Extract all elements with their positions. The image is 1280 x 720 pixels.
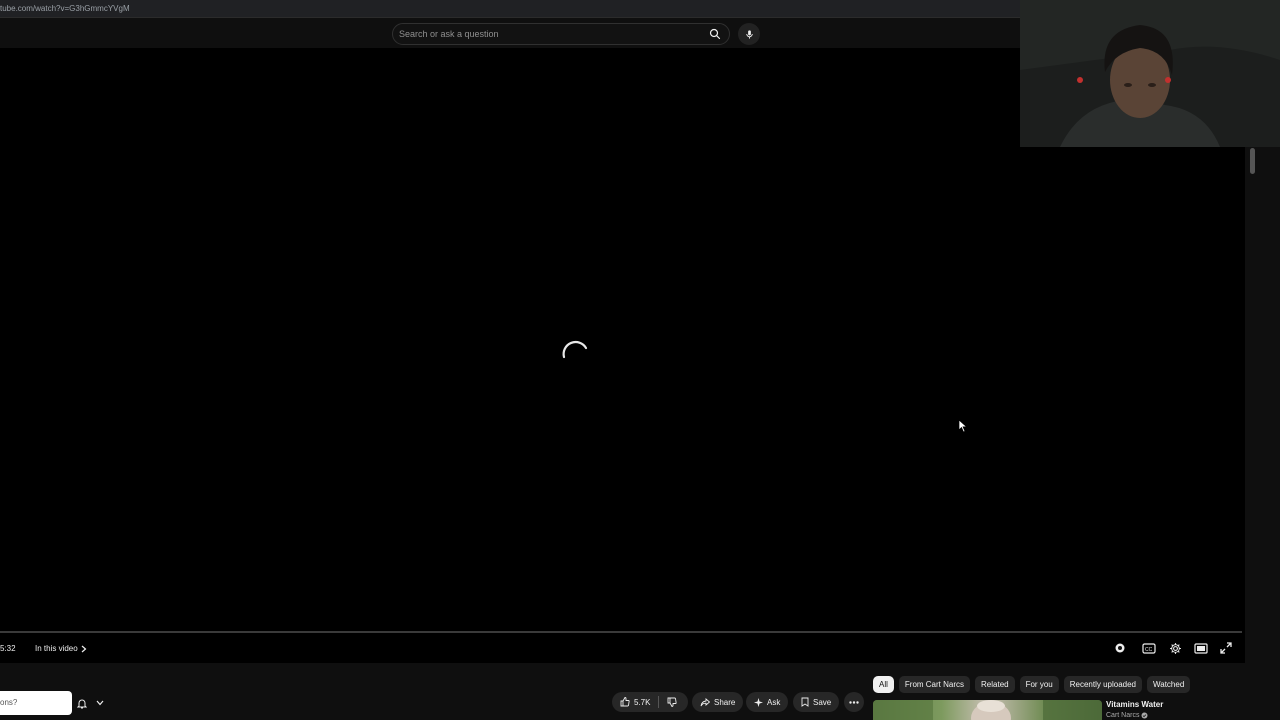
subscription-notification-button[interactable] [72,692,108,714]
captions-icon: CC [1142,642,1156,654]
chip-watched[interactable]: Watched [1147,676,1191,693]
related-video-channel[interactable]: Cart Narcs [1106,712,1148,719]
save-button[interactable]: Save [793,692,840,712]
ask-chip-text: ons? [0,698,18,707]
chip-recently-uploaded[interactable]: Recently uploaded [1063,676,1142,693]
save-label: Save [813,697,832,707]
page-scrollbar[interactable] [1249,147,1256,720]
chevron-down-icon [96,700,103,706]
autoplay-toggle[interactable] [1112,640,1128,656]
ask-label: Ask [767,697,781,707]
player-controls: 5:32 In this video CC [0,636,1245,660]
loading-spinner-icon [562,340,588,359]
chip-for-you[interactable]: For you [1019,676,1059,693]
webcam-overlay [1020,0,1280,147]
ask-question-chip[interactable]: ons? [0,691,72,715]
fullscreen-icon [1220,642,1232,654]
channel-name: Cart Narcs [1106,712,1140,719]
more-horizontal-icon [849,700,859,704]
search-icon [709,28,721,40]
like-button[interactable]: 5.7K [612,692,658,712]
chip-from-channel[interactable]: From Cart Narcs [898,676,971,693]
svg-text:CC: CC [1145,647,1153,653]
search-input[interactable] [399,26,699,42]
related-video-thumbnail[interactable] [873,700,1102,720]
settings-button[interactable] [1167,640,1183,656]
voice-search-button[interactable] [738,23,760,45]
chip-all[interactable]: All [873,676,894,693]
share-label: Share [714,697,736,707]
search-button[interactable] [705,25,725,43]
more-actions-button[interactable] [844,692,864,712]
youtube-watch-page: tube.com/watch?v=G3hGmmcYVgM 5:32 [0,0,1280,720]
address-url[interactable]: tube.com/watch?v=G3hGmmcYVgM [0,4,130,13]
theater-mode-icon [1194,642,1208,654]
bookmark-icon [801,697,809,707]
microphone-icon [745,29,753,39]
settings-gear-icon [1169,642,1181,654]
scrollbar-thumb[interactable] [1250,148,1255,174]
time-display: 5:32 [0,644,16,653]
chip-related[interactable]: Related [975,676,1015,693]
bell-icon [76,699,87,708]
sparkle-icon [754,697,763,707]
like-count: 5.7K [634,697,651,707]
webcam-person-image [1020,0,1280,147]
verified-check-icon [1141,712,1148,719]
progress-bar[interactable] [0,631,1242,633]
mouse-cursor-icon [958,419,968,433]
ask-button[interactable]: Ask [746,692,789,712]
captions-button[interactable]: CC [1141,640,1157,656]
thumbs-up-icon [620,697,630,707]
theater-mode-button[interactable] [1193,640,1209,656]
related-filter-chips: All From Cart Narcs Related For you Rece… [873,676,1191,693]
thumbs-down-icon [668,697,678,707]
thumbnail-image [873,700,1102,720]
in-this-video-button[interactable]: In this video [35,644,87,653]
share-icon [700,697,710,706]
share-button[interactable]: Share [692,692,744,712]
chevron-right-icon [81,645,87,652]
chapter-label: In this video [35,644,78,653]
like-dislike-group: 5.7K [612,692,688,712]
related-video-title[interactable]: Vitamins Water [1106,700,1163,709]
autoplay-toggle-icon [1115,643,1125,653]
search-box[interactable] [392,23,730,45]
fullscreen-button[interactable] [1218,640,1234,656]
dislike-button[interactable] [659,692,685,712]
